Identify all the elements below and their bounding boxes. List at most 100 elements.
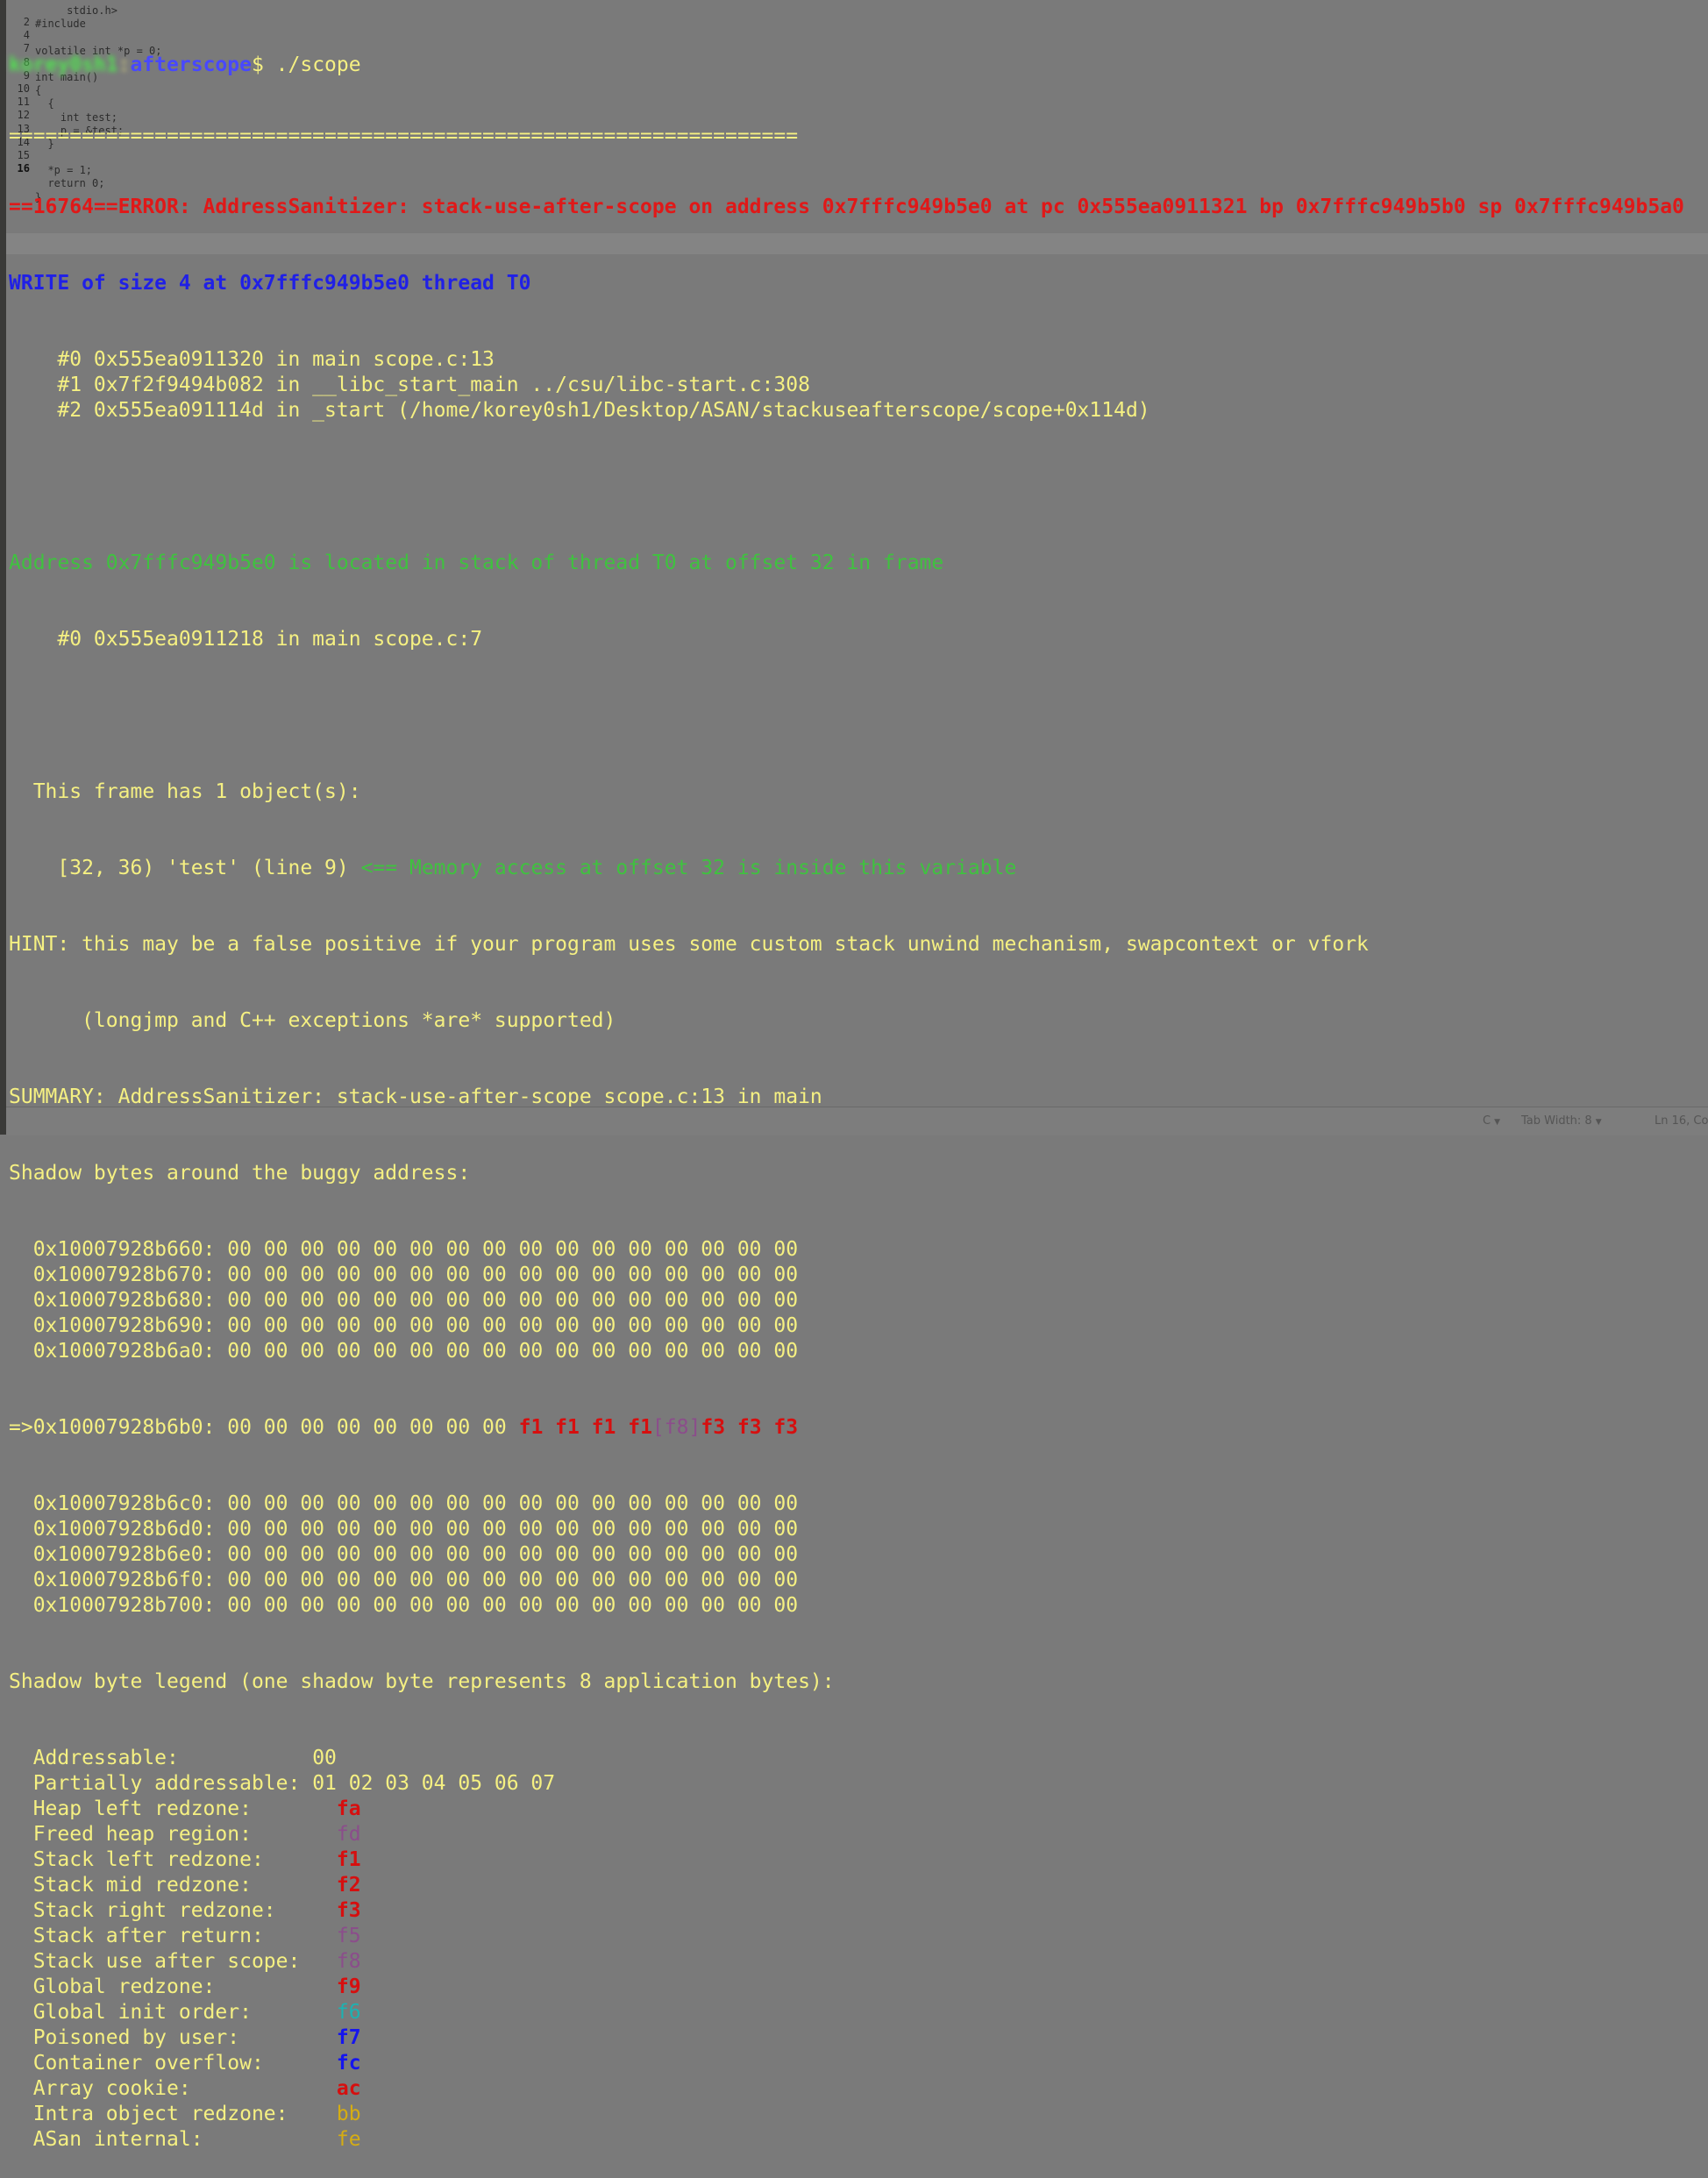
legend-value: f7 — [336, 2026, 361, 2049]
shell-prompt-line: korey0sh1:afterscope$ ./scope — [9, 53, 1708, 78]
shadow-row: 0x10007928b6a0: 00 00 00 00 00 00 00 00 … — [9, 1340, 799, 1363]
shadow-legend-header: Shadow byte legend (one shadow byte repr… — [9, 1670, 835, 1693]
prompt-command: $ ./scope — [251, 53, 361, 76]
legend-row: Stack right redzone: f3 — [9, 1898, 1708, 1924]
stack-frame-line: #2 0x555ea091114d in _start (/home/korey… — [9, 399, 1150, 422]
legend-label: Heap left redzone: — [9, 1797, 337, 1820]
shadow-row: 0x10007928b690: 00 00 00 00 00 00 00 00 … — [9, 1314, 799, 1337]
legend-row: Partially addressable: 01 02 03 04 05 06… — [9, 1771, 1708, 1797]
legend-value: fe — [336, 2128, 361, 2151]
buggy-row-after: f3 f3 f3 — [701, 1416, 799, 1439]
prompt-separator: : — [117, 53, 131, 76]
editor-status-bar: C ▼ Tab Width: 8 ▼ Ln 16, Co — [6, 1107, 1708, 1135]
legend-label: Container overflow: — [9, 2052, 337, 2075]
address-location-line: Address 0x7fffc949b5e0 is located in sta… — [9, 552, 944, 574]
legend-row: Intra object redzone: bb — [9, 2102, 1708, 2127]
legend-value: bb — [336, 2103, 361, 2125]
shadow-legend: Addressable: 00 Partially addressable: 0… — [9, 1746, 1708, 2153]
prompt-path: afterscope — [130, 53, 252, 76]
legend-value: f5 — [336, 1925, 361, 1947]
legend-value: fc — [336, 2052, 361, 2075]
legend-label: Array cookie: — [9, 2077, 337, 2100]
legend-value: f6 — [336, 2001, 361, 2024]
legend-row: Global init order: f6 — [9, 2000, 1708, 2025]
legend-row: Freed heap region: fd — [9, 1822, 1708, 1847]
shadow-row: 0x10007928b6f0: 00 00 00 00 00 00 00 00 … — [9, 1569, 799, 1591]
terminal-output[interactable]: korey0sh1:afterscope$ ./scope ==========… — [9, 2, 1708, 2178]
object-range: [32, 36) 'test' (line 9) — [9, 857, 361, 879]
prompt-user: korey0sh1 — [9, 53, 118, 76]
shadow-row: 0x10007928b660: 00 00 00 00 00 00 00 00 … — [9, 1238, 799, 1261]
legend-row: Container overflow: fc — [9, 2051, 1708, 2076]
legend-row: Stack use after scope: f8 — [9, 1949, 1708, 1975]
legend-value: f8 — [336, 1950, 361, 1973]
legend-label: Poisoned by user: — [9, 2026, 337, 2049]
buggy-row-redzone: f1 f1 f1 f1 — [518, 1416, 652, 1439]
hint-line-2: (longjmp and C++ exceptions *are* suppor… — [9, 1009, 616, 1032]
stack-frames: #0 0x555ea0911320 in main scope.c:13 #1 … — [9, 347, 1708, 424]
cursor-position: Ln 16, Co — [1655, 1114, 1708, 1128]
legend-value: f1 — [336, 1848, 361, 1871]
stack-frame-line: #1 0x7f2f9494b082 in __libc_start_main .… — [9, 374, 810, 396]
tab-width-selector[interactable]: Tab Width: 8 ▼ — [1521, 1114, 1602, 1128]
write-size-line: WRITE of size 4 at 0x7fffc949b5e0 thread… — [9, 272, 531, 295]
legend-label: Stack use after scope: — [9, 1950, 337, 1973]
shadow-row: 0x10007928b6d0: 00 00 00 00 00 00 00 00 … — [9, 1518, 799, 1541]
legend-label: Partially addressable: — [9, 1772, 313, 1795]
legend-value: fd — [336, 1823, 361, 1846]
legend-value: fa — [336, 1797, 361, 1820]
buggy-row-hit-byte: f8 — [664, 1416, 689, 1439]
legend-label: Global init order: — [9, 2001, 337, 2024]
legend-value: f9 — [336, 1975, 361, 1998]
shadow-bytes-header: Shadow bytes around the buggy address: — [9, 1162, 471, 1185]
legend-label: Stack mid redzone: — [9, 1874, 337, 1897]
legend-value: ac — [336, 2077, 361, 2100]
legend-label: ASan internal: — [9, 2128, 337, 2151]
legend-label: Addressable: — [9, 1747, 313, 1769]
legend-row: Global redzone: f9 — [9, 1975, 1708, 2000]
window-left-edge — [0, 0, 6, 1135]
legend-value: 01 02 03 04 05 06 07 — [312, 1772, 556, 1795]
legend-row: Stack after return: f5 — [9, 1924, 1708, 1949]
chevron-down-icon: ▼ — [1595, 1118, 1602, 1127]
buggy-row-bracket-open: [ — [651, 1416, 665, 1439]
shadow-row: 0x10007928b680: 00 00 00 00 00 00 00 00 … — [9, 1289, 799, 1312]
legend-value: f2 — [336, 1874, 361, 1897]
shadow-row: 0x10007928b700: 00 00 00 00 00 00 00 00 … — [9, 1594, 799, 1617]
legend-row: Heap left redzone: fa — [9, 1797, 1708, 1822]
shadow-row: 0x10007928b6c0: 00 00 00 00 00 00 00 00 … — [9, 1492, 799, 1515]
buggy-row-bracket-close: ] — [688, 1416, 701, 1439]
separator-line: ========================================… — [9, 125, 799, 147]
legend-value: 00 — [312, 1747, 337, 1769]
legend-row: ASan internal: fe — [9, 2127, 1708, 2153]
shadow-row: 0x10007928b670: 00 00 00 00 00 00 00 00 … — [9, 1263, 799, 1286]
shadow-rows-after: 0x10007928b6c0: 00 00 00 00 00 00 00 00 … — [9, 1491, 1708, 1619]
chevron-down-icon: ▼ — [1494, 1118, 1500, 1127]
object-access-hint: <== Memory access at offset 32 is inside… — [360, 857, 1017, 879]
buggy-shadow-row: =>0x10007928b6b0: 00 00 00 00 00 00 00 0… — [9, 1415, 1708, 1441]
legend-label: Stack right redzone: — [9, 1899, 337, 1922]
language-selector[interactable]: C ▼ — [1483, 1114, 1500, 1128]
legend-label: Global redzone: — [9, 1975, 337, 1998]
buggy-row-prefix: =>0x10007928b6b0: 00 00 00 00 00 00 00 0… — [9, 1416, 519, 1439]
legend-value: f3 — [336, 1899, 361, 1922]
shadow-row: 0x10007928b6e0: 00 00 00 00 00 00 00 00 … — [9, 1543, 799, 1566]
legend-label: Stack left redzone: — [9, 1848, 337, 1871]
legend-row: Array cookie: ac — [9, 2076, 1708, 2102]
legend-label: Freed heap region: — [9, 1823, 337, 1846]
frame-objects-header: This frame has 1 object(s): — [9, 780, 361, 803]
legend-row: Addressable: 00 — [9, 1746, 1708, 1771]
frame-object-line: [32, 36) 'test' (line 9) <== Memory acce… — [9, 856, 1708, 881]
frame-line: #0 0x555ea0911218 in main scope.c:7 — [9, 628, 483, 651]
legend-label: Intra object redzone: — [9, 2103, 337, 2125]
hint-line: HINT: this may be a false positive if yo… — [9, 933, 1369, 956]
legend-row: Stack mid redzone: f2 — [9, 1873, 1708, 1898]
legend-row: Poisoned by user: f7 — [9, 2025, 1708, 2051]
asan-error-line: ==16764==ERROR: AddressSanitizer: stack-… — [9, 196, 1684, 218]
stack-frame-line: #0 0x555ea0911320 in main scope.c:13 — [9, 348, 495, 371]
shadow-rows-before: 0x10007928b660: 00 00 00 00 00 00 00 00 … — [9, 1237, 1708, 1364]
legend-label: Stack after return: — [9, 1925, 337, 1947]
legend-row: Stack left redzone: f1 — [9, 1847, 1708, 1873]
